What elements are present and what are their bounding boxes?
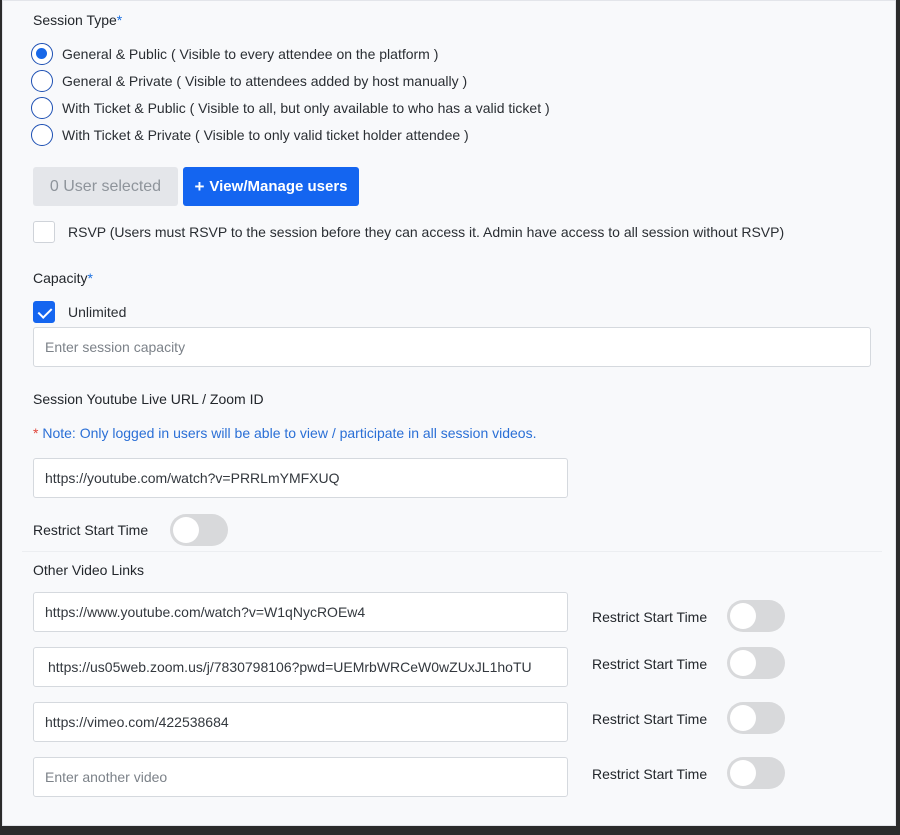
radio-label: With Ticket & Public ( Visible to all, b… — [62, 100, 550, 116]
capacity-input[interactable]: Enter session capacity — [33, 327, 871, 367]
radio-button[interactable] — [31, 43, 53, 65]
video-link-input[interactable]: https://us05web.zoom.us/j/7830798106?pwd… — [33, 647, 568, 687]
radio-ticket-public[interactable]: With Ticket & Public ( Visible to all, b… — [31, 97, 550, 119]
video-link-input[interactable]: https://www.youtube.com/watch?v=W1qNycRO… — [33, 592, 568, 632]
new-video-input[interactable]: Enter another video — [33, 757, 568, 797]
restrict-start-time-label: Restrict Start Time — [33, 522, 149, 538]
radio-label: General & Private ( Visible to attendees… — [62, 73, 468, 89]
restrict-start-time-label: Restrict Start Time — [592, 656, 708, 672]
radio-button[interactable] — [31, 124, 53, 146]
restrict-start-time-label: Restrict Start Time — [592, 711, 708, 727]
radio-general-public[interactable]: General & Public ( Visible to every atte… — [31, 43, 438, 65]
live-url-heading: Session Youtube Live URL / Zoom ID — [33, 391, 264, 407]
view-manage-users-button[interactable]: + View/Manage users — [183, 167, 359, 206]
radio-button[interactable] — [31, 70, 53, 92]
other-video-links-heading: Other Video Links — [33, 562, 145, 578]
plus-icon: + — [194, 176, 205, 196]
view-manage-users-label: View/Manage users — [209, 178, 348, 195]
restrict-start-time-toggle[interactable] — [727, 647, 785, 679]
radio-general-private[interactable]: General & Private ( Visible to attendees… — [31, 70, 467, 92]
restrict-start-time-toggle[interactable] — [727, 702, 785, 734]
restrict-start-time-toggle[interactable] — [727, 757, 785, 789]
capacity-heading: Capacity* — [33, 270, 93, 286]
radio-label: With Ticket & Private ( Visible to only … — [62, 127, 469, 143]
video-link-input[interactable]: https://vimeo.com/422538684 — [33, 702, 568, 742]
restrict-start-time-label: Restrict Start Time — [592, 609, 708, 625]
restrict-start-time-toggle[interactable] — [170, 514, 228, 546]
divider — [22, 551, 882, 552]
unlimited-checkbox[interactable] — [33, 301, 55, 323]
rsvp-checkbox[interactable] — [33, 221, 55, 243]
live-url-input[interactable]: https://youtube.com/watch?v=PRRLmYMFXUQ — [33, 458, 568, 498]
radio-label: General & Public ( Visible to every atte… — [62, 46, 439, 62]
restrict-start-time-toggle[interactable] — [727, 600, 785, 632]
users-selected-button[interactable]: 0 User selected — [33, 167, 178, 206]
video-note: * Note: Only logged in users will be abl… — [33, 425, 537, 441]
rsvp-label: RSVP (Users must RSVP to the session bef… — [68, 224, 785, 240]
session-type-heading: Session Type* — [33, 12, 123, 28]
radio-button[interactable] — [31, 97, 53, 119]
unlimited-label: Unlimited — [68, 304, 127, 320]
radio-ticket-private[interactable]: With Ticket & Private ( Visible to only … — [31, 124, 469, 146]
restrict-start-time-label: Restrict Start Time — [592, 766, 708, 782]
